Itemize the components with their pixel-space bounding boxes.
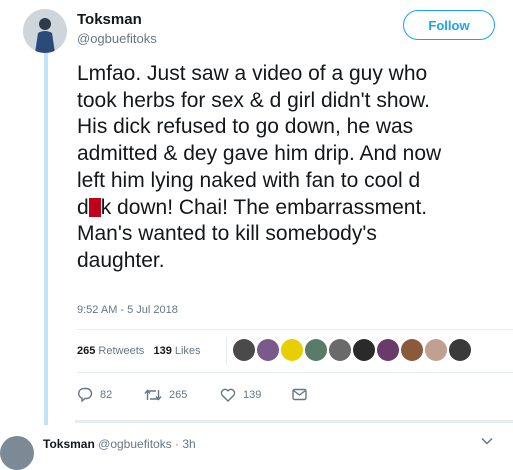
tweet-line: Lmfao. Just saw a video of a guy who — [77, 62, 428, 85]
liker-avatar[interactable] — [401, 339, 423, 361]
liker-avatar[interactable] — [377, 339, 399, 361]
heart-icon — [220, 388, 236, 402]
retweets-label: Retweets — [98, 345, 145, 357]
message-action[interactable] — [292, 388, 307, 401]
likes-stat[interactable]: 139 Likes — [153, 345, 200, 357]
retweets-stat[interactable]: 265 Retweets — [77, 345, 144, 357]
tweet-line: admitted & dey gave him drip. And now — [77, 142, 442, 166]
engagement-stats: 265 Retweets 139 Likes — [77, 345, 201, 357]
retweet-action[interactable]: 265 — [144, 388, 220, 402]
reply-count: 82 — [100, 388, 113, 401]
like-action[interactable]: 139 — [220, 388, 292, 402]
tweet-line: left him lying naked with fan to cool d — [77, 168, 421, 192]
tweet-text: Lmfao. Just saw a video of a guy who too… — [77, 61, 513, 275]
reply-action[interactable]: 82 — [77, 387, 144, 402]
thread-line — [44, 50, 48, 425]
tweet-line: daughter. — [77, 248, 165, 272]
censor-mark — [88, 197, 101, 217]
liker-avatar[interactable] — [449, 339, 471, 361]
like-count: 139 — [243, 388, 262, 401]
reply-icon — [78, 387, 93, 402]
section-divider — [75, 420, 513, 423]
tweet-actions: 82 265 139 — [77, 387, 307, 402]
tweet-line: Man's wanted to kill somebody's — [77, 222, 377, 246]
avatar-image — [23, 9, 67, 53]
chevron-down-icon[interactable] — [481, 437, 493, 445]
reply-avatar[interactable] — [0, 436, 34, 470]
reply-meta: @ogbuefitoks · 3h — [98, 437, 196, 451]
liker-avatar[interactable] — [425, 339, 447, 361]
avatar[interactable] — [23, 9, 67, 53]
liker-avatar[interactable] — [257, 339, 279, 361]
stats-separator — [226, 337, 227, 365]
liker-avatar[interactable] — [233, 339, 255, 361]
tweet-line: took herbs for sex & d girl didn't show. — [77, 88, 431, 112]
reply-display-name[interactable]: Toksman — [43, 437, 95, 451]
censored-suffix: k down! Chai! The embarrassment. — [100, 195, 428, 219]
retweet-icon — [144, 388, 162, 401]
censored-prefix: d — [77, 195, 89, 219]
liker-avatar[interactable] — [353, 339, 375, 361]
retweets-count: 265 — [77, 345, 96, 357]
likes-count: 139 — [153, 345, 172, 357]
tweet-line-censored: d k down! Chai! The embarrassment. — [77, 195, 513, 222]
reply-header: Toksman @ogbuefitoks · 3h — [43, 437, 196, 451]
liker-avatar[interactable] — [281, 339, 303, 361]
divider — [77, 372, 513, 373]
tweet-line: His dick refused to go down, he was — [77, 115, 414, 139]
tweet-timestamp[interactable]: 9:52 AM - 5 Jul 2018 — [77, 304, 178, 316]
liker-avatars — [233, 339, 471, 361]
likes-label: Likes — [174, 345, 201, 357]
handle[interactable]: @ogbuefitoks — [77, 31, 157, 46]
divider — [77, 329, 513, 330]
display-name[interactable]: Toksman — [77, 11, 142, 28]
liker-avatar[interactable] — [305, 339, 327, 361]
envelope-icon — [292, 388, 307, 401]
retweet-count: 265 — [169, 388, 188, 401]
follow-button[interactable]: Follow — [403, 10, 495, 40]
liker-avatar[interactable] — [329, 339, 351, 361]
